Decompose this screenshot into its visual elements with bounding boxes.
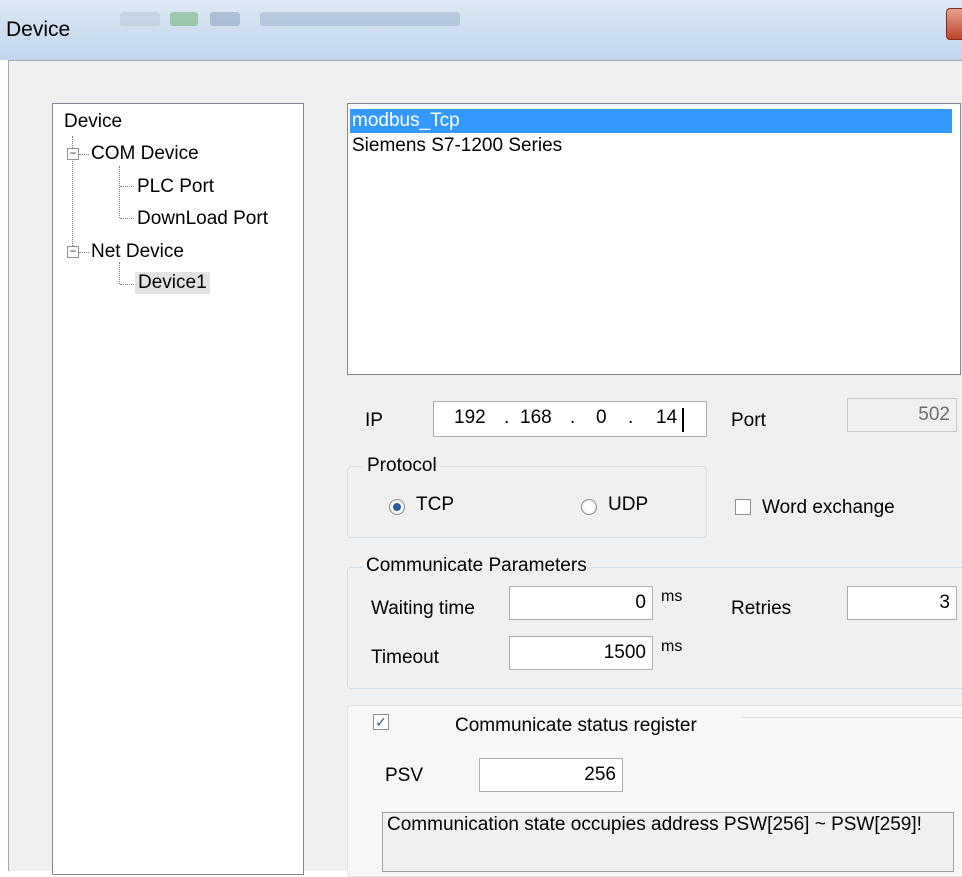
text-caret (682, 408, 684, 432)
status-register-label[interactable]: Communicate status register (455, 715, 697, 737)
tree-node-com-device[interactable]: COM Device (91, 143, 199, 165)
waiting-time-label: Waiting time (371, 598, 475, 619)
ip-octet[interactable]: 0 (596, 407, 607, 429)
tree-connector (120, 186, 134, 187)
timeout-input[interactable]: 1500 (509, 636, 653, 670)
tree-connector (79, 154, 89, 155)
toolbar-blur (210, 12, 240, 26)
tree-node-plc-port[interactable]: PLC Port (137, 176, 214, 198)
protocol-group-title: Protocol (364, 455, 440, 477)
ip-dot: . (628, 407, 634, 428)
ip-octet[interactable]: 168 (520, 407, 552, 429)
tcp-label[interactable]: TCP (416, 494, 454, 516)
ip-octet[interactable]: 14 (656, 407, 677, 429)
close-button[interactable] (946, 8, 962, 40)
group-line (742, 717, 962, 718)
tree-node-net-device[interactable]: Net Device (91, 241, 184, 263)
tree-node-device1[interactable]: Device1 (135, 272, 210, 294)
udp-label[interactable]: UDP (608, 494, 648, 516)
psv-label: PSV (385, 765, 424, 786)
word-exchange-checkbox[interactable] (735, 499, 751, 515)
port-input[interactable]: 502 (847, 398, 957, 432)
waiting-time-input[interactable]: 0 (509, 586, 653, 620)
word-exchange-label[interactable]: Word exchange (762, 497, 895, 519)
title-bar[interactable]: Device (0, 0, 962, 60)
ip-address-input[interactable]: 192 . 168 . 0 . 14 (433, 401, 707, 437)
tree-node-download-port[interactable]: DownLoad Port (137, 208, 268, 230)
ip-dot: . (504, 407, 510, 428)
window-title: Device (6, 18, 71, 41)
timeout-unit: ms (661, 638, 683, 655)
udp-radio[interactable] (581, 499, 597, 515)
tree-connector (119, 166, 120, 218)
timeout-label: Timeout (371, 647, 439, 668)
retries-input[interactable]: 3 (847, 586, 957, 620)
toolbar-blur (260, 12, 460, 26)
ip-dot: . (570, 407, 576, 428)
tree-root[interactable]: Device (64, 111, 122, 133)
toolbar-blur (170, 12, 198, 26)
collapse-icon[interactable]: − (67, 245, 79, 258)
device-list[interactable]: modbus_Tcp Siemens S7-1200 Series (347, 103, 961, 375)
status-info-text: Communication state occupies address PSW… (382, 812, 954, 872)
collapse-icon[interactable]: − (67, 147, 79, 160)
tree-connector (120, 284, 134, 285)
toolbar-blur (120, 12, 160, 26)
tree-connector (120, 218, 134, 219)
ip-octet[interactable]: 192 (454, 407, 486, 429)
retries-label: Retries (731, 598, 792, 619)
tree-connector (79, 252, 89, 253)
psv-input[interactable]: 256 (479, 758, 623, 792)
ip-label: IP (365, 410, 383, 431)
list-item[interactable]: Siemens S7-1200 Series (352, 134, 562, 158)
comm-params-title: Communicate Parameters (363, 555, 590, 577)
tcp-radio[interactable] (389, 499, 405, 515)
tree-connector (119, 262, 120, 284)
device-tree[interactable]: Device − COM Device PLC Port DownLoad Po… (52, 103, 304, 875)
list-item[interactable]: modbus_Tcp (350, 109, 952, 133)
port-label: Port (731, 410, 766, 431)
waiting-time-unit: ms (661, 588, 683, 605)
status-register-checkbox[interactable]: ✓ (373, 714, 389, 730)
